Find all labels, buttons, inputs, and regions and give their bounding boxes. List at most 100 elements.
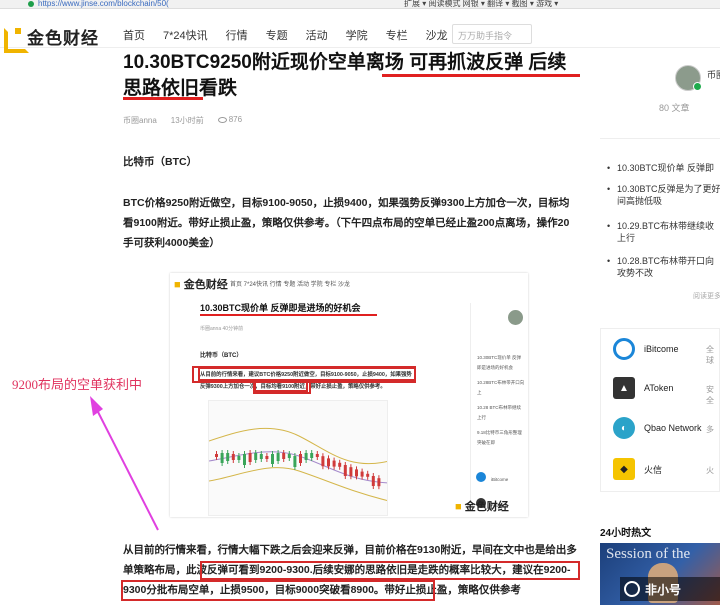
read-more-link[interactable]: 阅读更多: [693, 291, 720, 301]
embedded-meta: 币圈anna 40分钟前: [200, 326, 244, 332]
search-input[interactable]: 万万助手指令: [452, 24, 532, 44]
sidebar-author-name[interactable]: 币圈anna: [707, 68, 720, 81]
candle-body: [327, 458, 330, 467]
exchange-name: iBitcome: [644, 344, 679, 354]
recent-article-line: 10.29.BTC布林带继续收: [617, 221, 715, 231]
candle-body: [315, 454, 319, 457]
embedded-side-item: 10.28 BTC布林带继续上行: [477, 405, 522, 420]
view-count-value: 876: [228, 115, 243, 124]
huoxin-icon: ◆: [613, 458, 635, 480]
author-name[interactable]: 币圈anna: [123, 115, 157, 126]
secure-lock-icon: [28, 1, 34, 7]
jinse-logo-icon: [4, 28, 29, 53]
recent-article[interactable]: 10.30BTC反弹是为了更好间高抛低吸: [607, 183, 720, 207]
embedded-side-item: 9.18比特币三角形整理突破在即: [477, 430, 522, 445]
exchange-link[interactable]: 全球: [706, 344, 720, 366]
recent-article[interactable]: 10.30BTC现价单 反弹即: [607, 162, 720, 174]
atoken-icon: ▲: [613, 377, 635, 399]
candle-body: [215, 454, 218, 457]
candle-body: [231, 454, 235, 460]
annotation-label: 9200布局的空单获利中: [12, 377, 143, 392]
nav-topics[interactable]: 专题: [266, 27, 288, 43]
article-meta: 币圈anna 13小时前 876: [123, 115, 242, 126]
verified-icon: [693, 82, 702, 91]
embedded-side-item: 10.28BTC布林带开口向上: [477, 380, 525, 395]
embedded-logo-text: 金色财经: [183, 279, 228, 291]
embedded-watermark-text: 金色财经: [464, 501, 509, 513]
candle-body: [254, 453, 258, 460]
nav-home[interactable]: 首页: [123, 27, 145, 43]
candle-body: [293, 456, 297, 467]
candle-body: [265, 456, 269, 459]
article-paragraph-1: BTC价格9250附近做空，目标9100-9050，止损9400，如果强势反弹9…: [123, 197, 570, 249]
arrow-head-icon: [90, 396, 103, 416]
candle-body: [338, 462, 342, 467]
candlestick-svg: [209, 427, 387, 501]
candle-body: [282, 453, 286, 459]
embedded-exchange: iBitcome: [491, 477, 509, 482]
title-underline: [123, 97, 203, 100]
recent-article-line: 10.30BTC反弹是为了更好: [617, 184, 720, 194]
candle-body: [366, 473, 370, 477]
highlight-box: [253, 380, 311, 394]
embedded-avatar: [508, 310, 523, 325]
embedded-watermark: ■ 金色财经: [455, 501, 509, 513]
recent-article-line: 攻势不改: [617, 268, 654, 278]
embedded-side-item: 10.30BTC现价单 反弹即是进场的好机会: [477, 355, 522, 370]
browser-extensions[interactable]: 扩展 ▾ 阅读模式 网银 ▾ 翻译 ▾ 截图 ▾ 游戏 ▾: [404, 0, 558, 8]
nav-flash[interactable]: 7*24快讯: [163, 27, 208, 43]
feixiaohao-watermark: 非小号: [620, 577, 720, 601]
feixiaohao-logo-icon: [624, 581, 640, 597]
exchange-link[interactable]: 多: [706, 424, 714, 435]
exchange-link[interactable]: 安全: [706, 384, 720, 406]
embedded-screenshot: ■ 金色财经 首页 7*24快讯 行情 专题 活动 学院 专栏 沙龙 10.30…: [170, 273, 528, 517]
candle-body: [377, 478, 381, 487]
recent-article[interactable]: 10.29.BTC布林带继续收上行: [607, 220, 720, 244]
candle-body: [371, 476, 375, 486]
candle-body: [276, 453, 280, 461]
exchange-item[interactable]: ▲ AToken: [613, 377, 673, 399]
embedded-ibitcome-icon: [476, 472, 486, 482]
embedded-title: 10.30BTC现价单 反弹即是进场的好机会: [200, 303, 361, 313]
nav-market[interactable]: 行情: [226, 27, 248, 43]
candle-body: [220, 453, 224, 463]
nav-columns[interactable]: 专栏: [386, 27, 408, 43]
nav-events[interactable]: 活动: [306, 27, 328, 43]
candle-body: [248, 453, 252, 462]
sidebar-divider: [600, 138, 720, 139]
embedded-title-underline: [200, 314, 377, 316]
exchange-item[interactable]: iBitcome: [613, 338, 679, 360]
exchange-name: 火信: [644, 464, 663, 475]
title-underline: [478, 74, 580, 77]
ibitcome-icon: [613, 338, 635, 360]
candle-body: [237, 456, 241, 460]
exchange-link[interactable]: 火: [706, 465, 714, 476]
embedded-section: 比特币（BTC）: [200, 353, 243, 359]
exchange-item[interactable]: ◐ Qbao Network: [613, 417, 702, 439]
nav-academy[interactable]: 学院: [346, 27, 368, 43]
recent-article-line: 上行: [617, 233, 636, 243]
hot-articles-heading: 24小时热文: [600, 528, 652, 539]
candle-body: [243, 454, 246, 465]
exchange-item[interactable]: ◆ 火信: [613, 458, 662, 480]
browser-toolbar: https://www.jinse.com/blockchain/50( 扩展 …: [0, 0, 720, 9]
address-bar[interactable]: https://www.jinse.com/blockchain/50(: [38, 0, 169, 8]
upper-band-line: [209, 427, 387, 465]
recent-article[interactable]: 10.28.BTC布林带开口向攻势不改: [607, 255, 720, 279]
section-heading: 比特币（BTC）: [123, 156, 198, 168]
qbao-icon: ◐: [613, 417, 635, 439]
candle-body: [304, 453, 308, 460]
nav-salon[interactable]: 沙龙: [426, 27, 448, 43]
candle-body: [310, 453, 314, 458]
title-underline: [382, 74, 482, 77]
candle-body: [287, 454, 291, 458]
article-count: 80 文章: [659, 103, 690, 113]
candle-body: [343, 465, 347, 476]
publish-time: 13小时前: [170, 116, 204, 125]
candle-body: [332, 460, 336, 467]
site-logo[interactable]: 金色财经: [4, 24, 99, 53]
embedded-logo: ■ 金色财经: [174, 279, 228, 291]
candle-body: [355, 469, 358, 477]
candle-body: [360, 471, 364, 477]
site-header: 金色财经 首页 7*24快讯 行情 专题 活动 学院 专栏 沙龙 万万助手指令: [0, 10, 720, 53]
